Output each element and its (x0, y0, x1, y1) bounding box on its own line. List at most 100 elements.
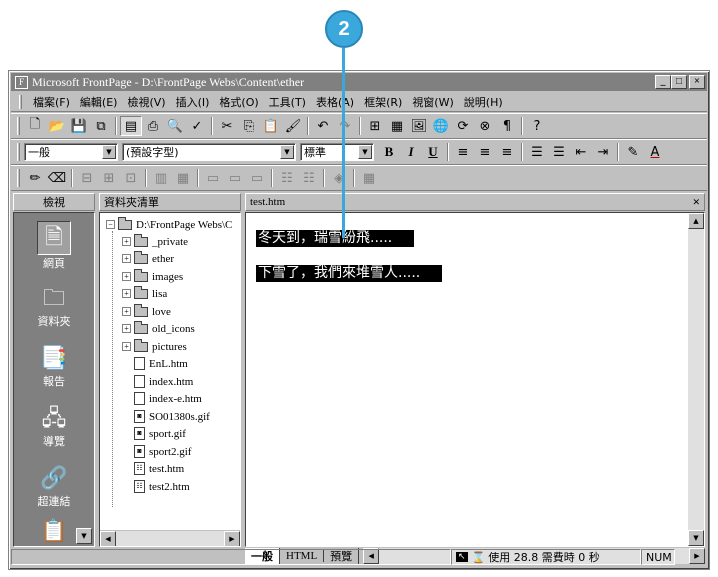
expand-icon[interactable]: + (122, 342, 131, 351)
delete-cells-icon[interactable]: ▥ (150, 168, 172, 188)
menu-help[interactable]: 說明(H) (459, 94, 508, 110)
tree-item-file[interactable]: ☷ test2.htm (134, 478, 190, 495)
print-preview-icon[interactable]: 🔍 (164, 116, 186, 136)
draw-table-icon[interactable]: ✏ (24, 168, 46, 188)
menu-insert[interactable]: 插入(I) (171, 94, 215, 110)
view-folders[interactable]: 🗀 資料夾 (14, 285, 94, 329)
new-page-icon[interactable]: 🗋 (24, 116, 46, 136)
folder-list-icon[interactable]: ▤ (120, 116, 142, 136)
toolbar-grip[interactable] (17, 169, 20, 187)
align-top-icon[interactable]: ▭ (202, 168, 224, 188)
copy-icon[interactable]: ⎘ (238, 116, 260, 136)
font-color-icon[interactable]: A (644, 142, 666, 162)
underline-button[interactable]: U (422, 142, 444, 162)
minimize-button[interactable]: _ (655, 75, 671, 89)
insert-picture-icon[interactable]: 🖼 (408, 116, 430, 136)
scroll-up-button[interactable]: ▲ (688, 213, 704, 229)
menu-table[interactable]: 表格(A) (311, 94, 359, 110)
increase-indent-icon[interactable]: ⇥ (592, 142, 614, 162)
close-document-icon[interactable]: × (693, 194, 700, 210)
tree-item-file[interactable]: index-e.htm (134, 390, 202, 407)
expand-icon[interactable]: + (122, 237, 131, 246)
style-dropdown[interactable]: 一般 ▼ (24, 143, 118, 161)
fill-color-icon[interactable]: ◈ (328, 168, 350, 188)
menu-frames[interactable]: 框架(R) (359, 94, 407, 110)
format-painter-icon[interactable]: 🖌 (282, 116, 304, 136)
insert-rows-icon[interactable]: ⊟ (76, 168, 98, 188)
eraser-icon[interactable]: ⌫ (46, 168, 68, 188)
tree-item-file[interactable]: index.htm (134, 373, 193, 390)
open-folder-icon[interactable]: 📂 (46, 116, 68, 136)
expand-icon[interactable]: + (122, 272, 131, 281)
frontpage-app-icon[interactable]: F (15, 75, 28, 89)
folder-horizontal-scrollbar[interactable]: ◀ ▶ (100, 530, 240, 546)
highlight-color-icon[interactable]: ✎ (622, 142, 644, 162)
chevron-down-icon[interactable]: ▼ (280, 145, 294, 159)
distribute-rows-icon[interactable]: ☷ (276, 168, 298, 188)
scroll-down-button[interactable]: ▼ (688, 530, 704, 546)
insert-table-icon[interactable]: ▦ (386, 116, 408, 136)
tree-item-private[interactable]: + _private (122, 233, 188, 250)
align-center-icon[interactable]: ≡ (474, 142, 496, 162)
view-reports[interactable]: 📑 報告 (14, 345, 94, 389)
insert-component-icon[interactable]: ⊞ (364, 116, 386, 136)
tree-item-images[interactable]: + images (122, 268, 183, 285)
menu-file[interactable]: 檔案(F) (28, 94, 75, 110)
refresh-icon[interactable]: ⟳ (452, 116, 474, 136)
tree-item-old-icons[interactable]: + old_icons (122, 320, 195, 337)
view-page[interactable]: 🗎 網頁 (14, 221, 94, 271)
menu-edit[interactable]: 編輯(E) (75, 94, 123, 110)
italic-button[interactable]: I (400, 142, 422, 162)
align-bottom-icon[interactable]: ▭ (246, 168, 268, 188)
print-icon[interactable]: ⎙ (142, 116, 164, 136)
menu-window[interactable]: 視窗(W) (407, 94, 458, 110)
decrease-indent-icon[interactable]: ⇤ (570, 142, 592, 162)
chevron-down-icon[interactable]: ▼ (102, 145, 116, 159)
tree-item-file[interactable]: ◙ sport2.gif (134, 443, 191, 460)
font-dropdown[interactable]: (預設字型) ▼ (122, 143, 296, 161)
publish-icon[interactable]: ⧉ (90, 116, 112, 136)
merge-cells-icon[interactable]: ▦ (172, 168, 194, 188)
tree-item-lisa[interactable]: + lisa (122, 285, 167, 302)
expand-icon[interactable]: + (122, 289, 131, 298)
bulleted-list-icon[interactable]: ☰ (548, 142, 570, 162)
tree-item-file[interactable]: ◙ sport.gif (134, 425, 186, 442)
scroll-right-button[interactable]: ▶ (224, 530, 240, 546)
editor-vertical-scrollbar[interactable]: ▲ ▼ (688, 213, 704, 546)
bold-button[interactable]: B (378, 142, 400, 162)
hyperlink-icon[interactable]: 🌐 (430, 116, 452, 136)
editor-canvas[interactable]: 冬天到，瑞雪紛飛..... 下雪了，我們來堆雪人..... ▲ ▼ (245, 212, 705, 547)
toolbar-grip[interactable] (17, 143, 20, 161)
undo-icon[interactable]: ↶ (312, 116, 334, 136)
cut-icon[interactable]: ✂ (216, 116, 238, 136)
scroll-left-button[interactable]: ◀ (100, 530, 116, 546)
chevron-down-icon[interactable]: ▼ (358, 145, 372, 159)
redo-icon[interactable]: ↷ (334, 116, 356, 136)
tree-item-ether[interactable]: + ether (122, 250, 174, 267)
selected-text-line[interactable]: 冬天到，瑞雪紛飛..... (256, 230, 414, 247)
collapse-icon[interactable]: − (106, 220, 115, 229)
expand-icon[interactable]: + (122, 254, 131, 263)
toolbar-grip[interactable] (17, 117, 20, 135)
tree-item-pictures[interactable]: + pictures (122, 338, 187, 355)
view-hyperlinks[interactable]: 🔗 超連結 (14, 465, 94, 509)
expand-icon[interactable]: + (122, 307, 131, 316)
menubar-grip[interactable] (19, 94, 22, 109)
views-scroll-down-button[interactable]: ▼ (76, 528, 92, 544)
close-button[interactable]: × (689, 75, 705, 89)
tree-item-file[interactable]: EnL.htm (134, 355, 188, 372)
align-left-icon[interactable]: ≡ (452, 142, 474, 162)
insert-cell-icon[interactable]: ⊡ (120, 168, 142, 188)
paste-icon[interactable]: 📋 (260, 116, 282, 136)
help-icon[interactable]: ? (526, 116, 548, 136)
spelling-icon[interactable]: ✓ (186, 116, 208, 136)
expand-icon[interactable]: + (122, 324, 131, 333)
maximize-button[interactable]: □ (671, 75, 687, 89)
tree-item-file[interactable]: ◙ SO01380s.gif (134, 408, 210, 425)
center-vertically-icon[interactable]: ▭ (224, 168, 246, 188)
tree-item-file[interactable]: ☷ test.htm (134, 460, 184, 477)
size-dropdown[interactable]: 標準 ▼ (300, 143, 374, 161)
show-all-icon[interactable]: ¶ (496, 116, 518, 136)
menu-view[interactable]: 檢視(V) (122, 94, 170, 110)
menu-tools[interactable]: 工具(T) (264, 94, 311, 110)
